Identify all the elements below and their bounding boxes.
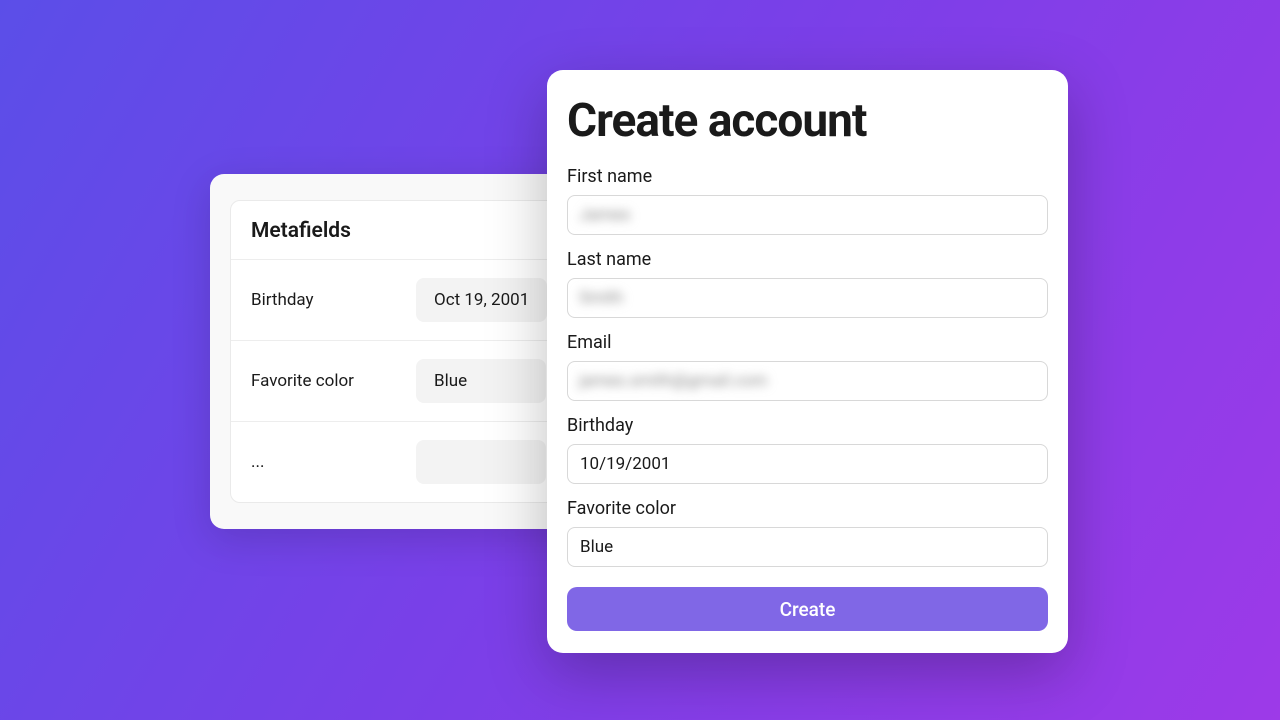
last-name-input[interactable]	[567, 278, 1048, 318]
email-input[interactable]	[567, 361, 1048, 401]
favorite-color-input[interactable]	[567, 527, 1048, 567]
first-name-input[interactable]	[567, 195, 1048, 235]
birthday-input[interactable]	[567, 444, 1048, 484]
favorite-color-label: Favorite color	[567, 498, 1048, 519]
last-name-label: Last name	[567, 249, 1048, 270]
form-group-email: Email james.smith@gmail.com	[567, 332, 1048, 401]
metafields-label-birthday: Birthday	[251, 290, 416, 310]
form-title: Create account	[567, 94, 1048, 148]
form-group-favorite-color: Favorite color	[567, 498, 1048, 567]
metafields-value-empty	[416, 440, 546, 484]
form-group-birthday: Birthday	[567, 415, 1048, 484]
email-label: Email	[567, 332, 1048, 353]
form-group-last-name: Last name Smith	[567, 249, 1048, 318]
create-account-form: Create account First name James Last nam…	[547, 70, 1068, 653]
create-button[interactable]: Create	[567, 587, 1048, 631]
metafields-value-birthday: Oct 19, 2001	[416, 278, 547, 322]
metafields-label-more: ...	[251, 452, 416, 472]
form-group-first-name: First name James	[567, 166, 1048, 235]
birthday-label: Birthday	[567, 415, 1048, 436]
metafields-label-favorite-color: Favorite color	[251, 371, 416, 391]
metafields-value-favorite-color: Blue	[416, 359, 546, 403]
first-name-label: First name	[567, 166, 1048, 187]
